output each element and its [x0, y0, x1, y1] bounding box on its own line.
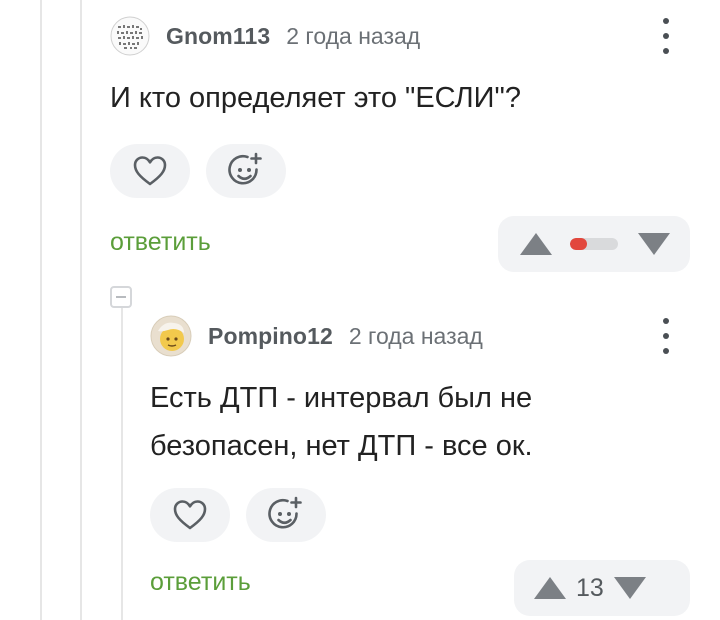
vote-box [498, 216, 690, 272]
rating-bar [570, 238, 618, 250]
avatar[interactable] [150, 315, 192, 357]
triangle-down-icon [638, 233, 670, 255]
add-reaction-button[interactable] [246, 488, 326, 542]
vote-down-button[interactable] [610, 573, 650, 603]
comment-time: 2 года назад [348, 322, 483, 349]
reply-button[interactable]: ответить [110, 228, 211, 257]
comment-time: 2 года назад [286, 22, 421, 49]
like-button[interactable] [110, 144, 190, 198]
comment-header: Gnom113 2 года назад [110, 14, 690, 58]
comment-text: Есть ДТП - интервал был не безопасен, не… [150, 382, 533, 462]
comment-pompino12: Pompino12 2 года назад Есть ДТП - интерв… [150, 314, 690, 616]
triangle-down-icon [613, 577, 646, 599]
like-button[interactable] [150, 488, 230, 542]
avatar[interactable] [110, 16, 150, 56]
author-name[interactable]: Gnom113 [166, 23, 270, 50]
triangle-up-icon [520, 233, 552, 255]
reactions-row [150, 488, 690, 542]
thread-line-inner [80, 0, 82, 620]
vote-down-button[interactable] [634, 229, 674, 259]
rating-score: 13 [576, 573, 604, 602]
comment-header: Pompino12 2 года назад [150, 314, 690, 358]
heart-icon [173, 500, 207, 530]
kebab-menu-icon[interactable] [656, 18, 676, 54]
smiley-plus-icon [268, 496, 302, 529]
kebab-menu-icon[interactable] [656, 318, 676, 354]
triangle-up-icon [534, 577, 566, 599]
reactions-row [110, 144, 690, 198]
heart-icon [133, 156, 167, 186]
comment-footer: ответить 13 [150, 556, 690, 616]
comment-gnom113: Gnom113 2 года назад И кто определяет эт… [110, 14, 690, 272]
vote-box: 13 [514, 560, 690, 616]
comment-footer: ответить [110, 216, 690, 272]
vote-up-button[interactable] [516, 229, 556, 259]
thread-line-reply [121, 306, 123, 620]
collapse-minus-icon[interactable] [110, 286, 132, 308]
reply-button[interactable]: ответить [150, 568, 251, 597]
rating-bar-negative [570, 238, 587, 250]
author-name[interactable]: Pompino12 [208, 323, 333, 350]
vote-up-button[interactable] [530, 573, 570, 603]
add-reaction-button[interactable] [206, 144, 286, 198]
comment-text: И кто определяет это "ЕСЛИ"? [110, 82, 521, 114]
thread-line-outer [40, 0, 42, 620]
smiley-plus-icon [228, 152, 262, 185]
